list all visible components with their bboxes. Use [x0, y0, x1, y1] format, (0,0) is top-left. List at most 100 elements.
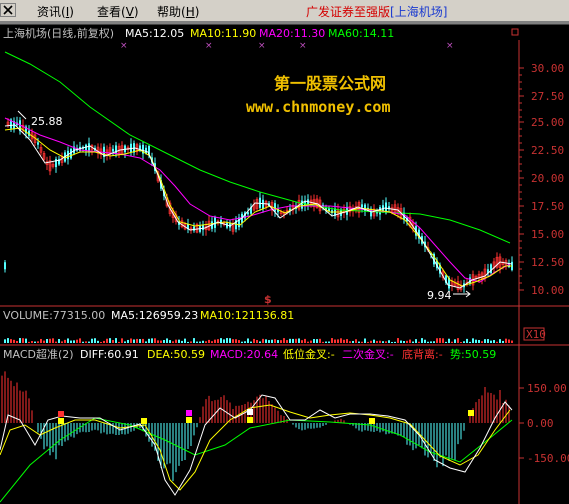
volume-bar: [238, 340, 240, 343]
volume-bar: [376, 340, 378, 343]
volume-bar: [202, 340, 204, 343]
volume-bar: [46, 339, 48, 343]
volume-bar: [268, 340, 270, 343]
volume-bar: [259, 341, 261, 343]
volume-bar: [124, 341, 126, 343]
volume-bar: [496, 341, 498, 343]
stock-chart[interactable]: 上海机场(日线,前复权) MA5:12.05 MA10:11.90 MA20:1…: [0, 0, 569, 504]
volume-scale: X10: [526, 328, 546, 341]
volume-bar: [349, 341, 351, 343]
volume-bar: [79, 338, 81, 343]
volume-bar: [394, 341, 396, 343]
volume-bar: [499, 339, 501, 343]
volume-bar: [181, 340, 183, 343]
volume-bar: [481, 341, 483, 343]
volume-bar: [511, 340, 513, 343]
volume-bar: [178, 339, 180, 343]
volume-bar: [436, 338, 438, 343]
volume-bar: [304, 338, 306, 343]
volume-bar: [61, 341, 63, 343]
volume-bar: [343, 339, 345, 343]
volume-bar: [85, 341, 87, 343]
volume-bar: [187, 341, 189, 343]
volume-bar: [208, 339, 210, 343]
volume-bar: [214, 339, 216, 343]
volume-bar: [121, 338, 123, 343]
volume-bar: [457, 338, 459, 343]
volume-bar: [421, 338, 423, 343]
volume-bar: [130, 338, 132, 343]
volume-bar: [229, 338, 231, 343]
volume-bar: [442, 338, 444, 343]
volume-bar: [478, 340, 480, 343]
candle-body: [112, 148, 114, 152]
volume-bar: [355, 339, 357, 343]
panel-resize-icon[interactable]: [511, 28, 519, 36]
volume-bar: [136, 338, 138, 343]
price-tick-label: 27.50: [531, 90, 564, 103]
volume-bar: [160, 340, 162, 343]
volume-bar: [16, 340, 18, 343]
volume-bar: [199, 341, 201, 343]
volume-bar: [466, 338, 468, 343]
volume-bar: [415, 339, 417, 343]
volume-bar: [169, 340, 171, 343]
volume-bar: [385, 341, 387, 343]
volume-bar: [67, 338, 69, 343]
volume-bar: [289, 338, 291, 343]
volume-bar: [91, 338, 93, 343]
volume-bar: [148, 338, 150, 343]
volume-bar: [106, 338, 108, 343]
volume-marker: $: [264, 293, 272, 306]
volume-bar: [40, 338, 42, 343]
volume-bar: [97, 340, 99, 343]
volume-bar: [418, 341, 420, 343]
candle-body: [274, 203, 276, 212]
candle-body: [262, 199, 264, 209]
volume-bar: [451, 341, 453, 343]
macd-cross1-label: 低位金叉:-: [283, 347, 335, 361]
price-tick-label: 15.00: [531, 228, 564, 241]
volume-bar: [232, 339, 234, 343]
price-tick-label: 10.00: [531, 284, 564, 297]
volume-bar: [250, 341, 252, 343]
volume-bar: [280, 340, 282, 343]
volume-bar: [211, 341, 213, 343]
volume-bar: [4, 339, 6, 343]
svg-text:×: ×: [258, 41, 266, 51]
candle-body: [301, 200, 303, 209]
volume-bar: [301, 340, 303, 343]
volume-bar: [112, 340, 114, 343]
volume-bar: [412, 341, 414, 343]
volume-bar: [94, 338, 96, 343]
volume-bar: [196, 341, 198, 343]
volume-bar: [127, 339, 129, 343]
volume-bar: [292, 338, 294, 343]
volume-bar: [334, 339, 336, 343]
volume-bar: [58, 339, 60, 343]
volume-bar: [319, 338, 321, 343]
volume-bar: [325, 341, 327, 343]
candle-body: [4, 262, 6, 270]
high-marker: 25.88: [31, 115, 63, 128]
volume-bar: [22, 338, 24, 343]
volume-bar: [13, 339, 15, 343]
ma5-line: [4, 124, 513, 289]
volume-bar: [274, 339, 276, 343]
watermark-title: 第一股票公式网: [274, 74, 386, 93]
volume-bar: [358, 341, 360, 343]
volume-bar: [397, 338, 399, 343]
svg-text:×: ×: [446, 41, 454, 51]
candle-body: [361, 204, 363, 208]
volume-bar: [340, 338, 342, 343]
volume-bar: [175, 339, 177, 343]
volume-bar: [256, 340, 258, 343]
volume-bar: [88, 341, 90, 343]
volume-bar: [370, 340, 372, 343]
volume-bar: [265, 339, 267, 343]
volume-bar: [286, 340, 288, 343]
candlesticks: [4, 116, 513, 293]
volume-ma5-label: MA5:126959.23: [111, 309, 198, 322]
volume-bar: [409, 339, 411, 343]
volume-bar: [364, 338, 366, 343]
